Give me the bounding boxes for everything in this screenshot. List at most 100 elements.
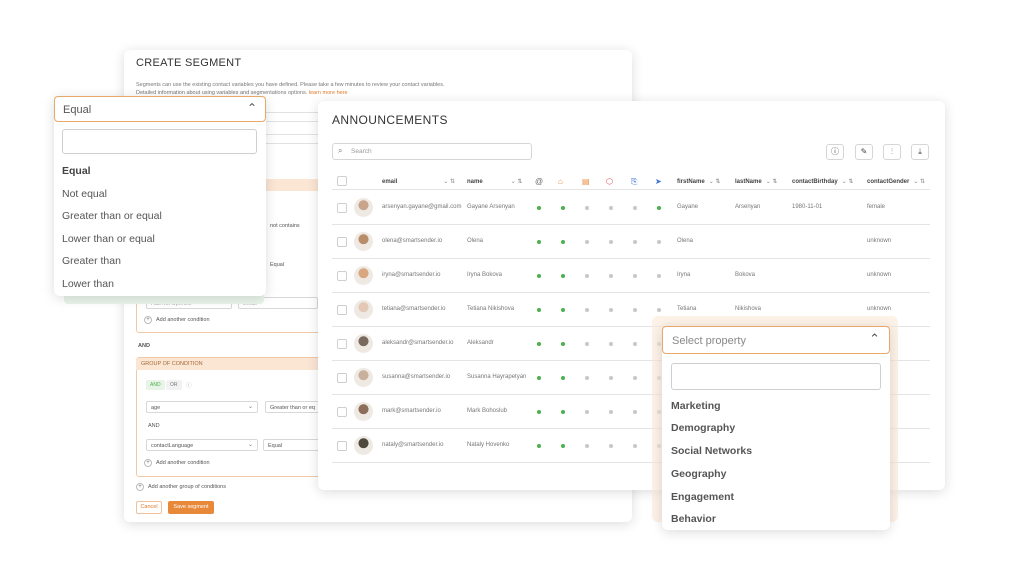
table-row[interactable]: olena@smartsender.io Olena Olena unknown xyxy=(332,225,930,259)
cell-firstname: Iryna xyxy=(677,272,691,278)
cell-name: Gayane Arsenyan xyxy=(467,204,515,210)
row-checkbox[interactable] xyxy=(337,271,347,281)
status-dot-inactive xyxy=(609,308,613,312)
property-dropdown-head[interactable]: Select property ⌃ xyxy=(662,326,890,354)
avatar xyxy=(354,334,373,353)
column-email[interactable]: email ⌄ ⇅ xyxy=(382,178,455,185)
row-checkbox[interactable] xyxy=(337,305,347,315)
row-checkbox[interactable] xyxy=(337,407,347,417)
status-dot-inactive xyxy=(633,274,637,278)
cell-name: Susanna Hayrapetyan xyxy=(467,374,527,380)
operator-select[interactable]: Greater than or eq xyxy=(265,401,321,413)
status-dot-active xyxy=(561,376,565,380)
status-dot-inactive xyxy=(609,410,613,414)
status-dot-inactive xyxy=(585,308,589,312)
avatar xyxy=(354,198,373,217)
exit-icon[interactable]: ⎘ xyxy=(631,177,637,187)
equal-select[interactable]: Equal xyxy=(263,439,319,451)
cube-icon[interactable]: ⬡ xyxy=(606,177,613,186)
chevron-up-icon: ⌃ xyxy=(869,331,880,346)
operator-option[interactable]: Lower than xyxy=(62,278,114,290)
row-checkbox[interactable] xyxy=(337,237,347,247)
inbox-icon[interactable]: ⌂ xyxy=(558,177,563,186)
status-dot-inactive xyxy=(585,376,589,380)
status-dot-inactive xyxy=(585,240,589,244)
status-dot-active xyxy=(561,240,565,244)
status-dot-active xyxy=(537,376,541,380)
property-option[interactable]: Engagement xyxy=(671,491,734,503)
edit-button[interactable]: ✎ xyxy=(855,144,873,160)
column-name[interactable]: name ⌄ ⇅ xyxy=(467,178,522,185)
status-dot-inactive xyxy=(609,444,613,448)
operator-search-input[interactable] xyxy=(62,129,257,154)
chevron-down-icon: ⌄ xyxy=(247,404,253,410)
cell-name: Mark Bohoslub xyxy=(467,408,508,414)
cancel-button[interactable]: Cancel xyxy=(136,501,162,514)
segment-title: CREATE SEGMENT xyxy=(136,57,242,69)
property-option[interactable]: Behavior xyxy=(671,513,716,525)
status-dot-inactive xyxy=(585,410,589,414)
status-dot-inactive xyxy=(657,274,661,278)
export-button[interactable]: ⤓ xyxy=(911,144,929,160)
avatar xyxy=(354,232,373,251)
and-toggle[interactable]: AND xyxy=(146,380,165,390)
contacts-search-input[interactable]: ⌕ Search xyxy=(332,143,532,160)
select-all-checkbox[interactable] xyxy=(337,176,347,186)
status-dot-active xyxy=(537,308,541,312)
operator-dropdown: Equal ⌃ Equal Not equal Greater than or … xyxy=(54,96,266,296)
and-inner-label: AND xyxy=(148,423,160,429)
property-option[interactable]: Marketing xyxy=(671,400,721,412)
property-option[interactable]: Geography xyxy=(671,468,726,480)
status-dot-active xyxy=(537,342,541,346)
filter-settings-button[interactable]: ⫶ xyxy=(883,144,901,160)
cell-lastname: Arsenyan xyxy=(735,204,761,210)
status-dot-inactive xyxy=(609,342,613,346)
status-dot-inactive xyxy=(585,206,589,210)
property-search-input[interactable] xyxy=(671,363,881,390)
chevron-up-icon: ⌃ xyxy=(246,101,257,115)
add-condition-button-2[interactable]: + Add another condition xyxy=(144,459,210,467)
operator-option[interactable]: Greater than or equal xyxy=(62,210,162,222)
row-checkbox[interactable] xyxy=(337,441,347,451)
or-toggle[interactable]: OR xyxy=(166,380,182,390)
column-birthday[interactable]: contactBirthday ⌄ ⇅ xyxy=(792,178,853,185)
age-select[interactable]: age ⌄ xyxy=(146,401,258,413)
learn-more-link[interactable]: learn more here xyxy=(309,90,348,96)
status-dot-inactive xyxy=(609,274,613,278)
table-row[interactable]: arsenyan.gayane@gmail.com Gayane Arsenyan… xyxy=(332,191,930,225)
cell-email: olena@smartsender.io xyxy=(382,238,443,244)
table-row[interactable]: iryna@smartsender.io Iryna Bokova Iryna Bok… xyxy=(332,259,930,293)
property-option[interactable]: Demography xyxy=(671,422,735,434)
condition-field[interactable] xyxy=(264,134,320,144)
info-button[interactable]: ⓘ xyxy=(826,144,844,160)
save-segment-button[interactable]: Save segment xyxy=(168,501,214,514)
status-dot-inactive xyxy=(609,376,613,380)
row-checkbox[interactable] xyxy=(337,339,347,349)
table-header: email ⌄ ⇅ name ⌄ ⇅ @ ⌂ ▤ ⬡ ⎘ ➤ firstName ⌄ … xyxy=(332,174,930,190)
property-placeholder: Select property xyxy=(672,335,746,347)
cell-email: arsenyan.gayane@gmail.com xyxy=(382,204,462,210)
condition-field[interactable] xyxy=(264,112,320,122)
operator-option[interactable]: Greater than xyxy=(62,255,121,267)
row-checkbox[interactable] xyxy=(337,373,347,383)
property-option[interactable]: Social Networks xyxy=(671,445,752,457)
row-checkbox[interactable] xyxy=(337,203,347,213)
operator-dropdown-head[interactable]: Equal ⌃ xyxy=(54,96,266,122)
cell-name: Nataly Hovenko xyxy=(467,442,510,448)
column-firstname[interactable]: firstName ⌄ ⇅ xyxy=(677,178,720,185)
operator-option[interactable]: Not equal xyxy=(62,188,107,200)
column-lastname[interactable]: lastName ⌄ ⇅ xyxy=(735,178,777,185)
column-gender[interactable]: contactGender ⌄ ⇅ xyxy=(867,178,925,185)
property-dropdown: Select property ⌃ Marketing Demography S… xyxy=(662,326,890,530)
status-dot-active xyxy=(537,240,541,244)
status-dot-active xyxy=(561,410,565,414)
chat-icon[interactable]: ▤ xyxy=(582,177,590,186)
avatar xyxy=(354,368,373,387)
operator-option[interactable]: Equal xyxy=(62,165,91,177)
language-select[interactable]: contactLanguage ⌄ xyxy=(146,439,258,451)
status-dot-active xyxy=(537,274,541,278)
operator-option[interactable]: Lower than or equal xyxy=(62,233,155,245)
add-group-button[interactable]: + Add another group of conditions xyxy=(136,483,226,491)
send-icon[interactable]: ➤ xyxy=(655,177,662,186)
at-icon[interactable]: @ xyxy=(535,177,543,186)
